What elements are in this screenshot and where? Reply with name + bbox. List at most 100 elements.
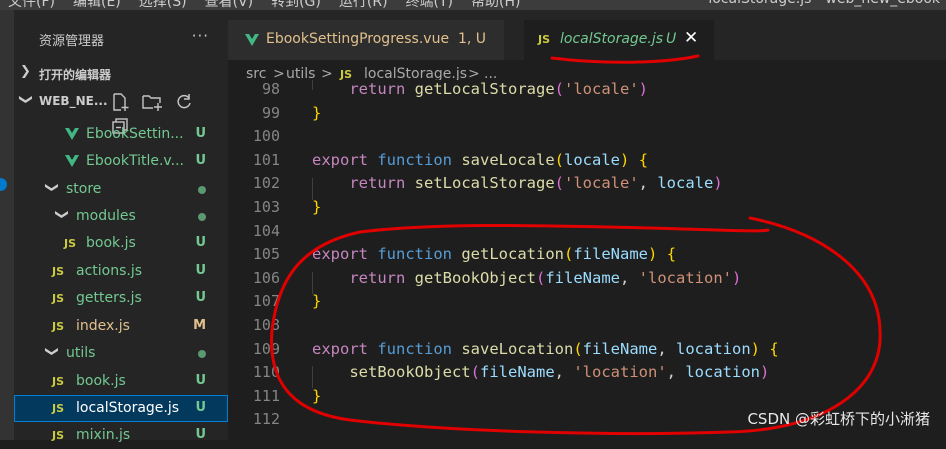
tree-item-modules-book[interactable]: JS book.js U [14,230,228,257]
tree-item-ebook-setting[interactable]: EbookSettin... U [14,121,228,148]
code-token: 'locale' [564,80,639,98]
code-token: getLocation [461,245,564,264]
git-untracked-badge: U [195,153,206,168]
more-actions-icon[interactable]: ··· [192,27,209,45]
code-line[interactable]: 98 return getLocalStorage('locale') [228,80,946,102]
tab-label: EbookSettingProgress.vue [266,31,450,47]
line-number: 103 [252,198,280,216]
new-folder-icon[interactable] [141,92,163,112]
line-number: 102 [252,174,280,193]
tree-item-label: EbookSettin... [86,126,184,142]
code-editor[interactable]: 98 return getLocalStorage('locale') 99} 10… [228,80,946,440]
tab-ebook-setting-progress[interactable]: EbookSettingProgress.vue 1, U [228,20,504,60]
git-changes-dot-icon [198,213,206,221]
code-text: export function saveLocale(locale) { [312,151,648,169]
tab-localstorage[interactable]: JS localStorage.js U ✕ [524,20,714,60]
line-number: 108 [252,316,280,334]
tree-item-mixin[interactable]: JS mixin.js U [14,422,228,449]
code-line[interactable]: 100 [228,125,946,149]
code-token: export [312,150,368,169]
tree-item-ebook-title[interactable]: EbookTitle.v... U [14,148,228,175]
chevron-down-icon: ❯ [53,209,69,220]
tree-item-utils-book[interactable]: JS book.js U [14,368,228,395]
code-token: ( [536,268,546,287]
menu-item[interactable]: 选择(S) [139,0,187,10]
code-token: , [620,268,639,287]
tree-folder-store[interactable]: ❯ store [14,176,228,203]
code-token: } [312,103,322,122]
code-token: } [312,292,322,311]
code-line[interactable]: 110 setBookObject(fileName, 'location', … [228,361,946,385]
code-token: { [666,245,677,264]
watermark: CSDN @彩虹桥下的小淅猪 [747,410,930,428]
menu-item[interactable]: 查看(V) [205,0,254,10]
code-line[interactable]: 109 export function saveLocation(fileName… [228,338,946,362]
workspace-section[interactable]: ❯ WEB_NE... [14,92,228,134]
code-line[interactable]: 106 return getBookObject(fileName, 'loca… [228,267,946,291]
menu-item[interactable]: 终端(T) [406,0,453,10]
git-untracked-badge: U [195,126,206,141]
workspace-label: WEB_NE... [39,94,108,108]
code-text: return getBookObject(fileName, 'location… [312,269,741,287]
notification-dot-icon[interactable] [0,178,7,191]
tree-item-label: mixin.js [76,427,131,443]
code-token: 'location' [573,363,667,382]
tree-item-actions[interactable]: JS actions.js U [14,258,228,285]
code-text: } [312,104,321,122]
code-line[interactable]: 105 export function getLocation(fileName)… [228,243,946,267]
code-token: return [349,174,406,193]
code-line[interactable]: 102 return setLocalStorage('locale', loc… [228,172,946,196]
window-title-part: localStorage.js [708,0,811,7]
vue-file-icon [65,128,79,140]
close-icon[interactable]: ✕ [684,28,698,48]
tree-item-getters[interactable]: JS getters.js U [14,285,228,312]
refresh-icon[interactable] [174,92,194,112]
code-line[interactable]: 107} [228,290,946,314]
js-file-icon: JS [52,292,65,305]
menu-item[interactable]: 帮助(H) [471,0,520,10]
chevron-down-icon: ❯ [17,94,33,105]
js-file-icon: JS [52,429,65,442]
chevron-right-icon: ❯ [20,64,31,79]
code-token: } [312,386,322,405]
tree-item-localstorage[interactable]: JS localStorage.js U [14,395,228,422]
code-token: } [312,198,322,216]
menu-item[interactable]: 运行(R) [339,0,388,10]
menu-item[interactable]: 文件(F) [8,0,55,10]
tree-folder-utils[interactable]: ❯ utils [14,340,228,367]
tree-folder-modules[interactable]: ❯ modules [14,203,228,230]
js-file-icon: JS [52,320,65,333]
tree-item-index[interactable]: JS index.js M [14,313,228,340]
code-token: , [666,363,686,382]
vue-file-icon [245,34,259,46]
code-token: , [638,174,658,193]
new-file-icon[interactable] [110,92,130,112]
code-line[interactable]: 108 [228,314,946,338]
tab-status: 1, U [458,31,487,47]
menu-item[interactable]: 转到(G) [271,0,321,10]
open-editors-section[interactable]: ❯ 打开的编辑器 [14,64,228,86]
code-line[interactable]: 101 export function saveLocale(locale) { [228,149,946,173]
tree-item-label: book.js [86,235,136,251]
line-number: 107 [252,292,280,311]
code-line[interactable]: 99} [228,102,946,126]
editor-tab-bar: EbookSettingProgress.vue 1, U JS localSt… [228,10,946,60]
code-token: saveLocale [461,150,555,169]
code-token: setLocalStorage [414,174,555,193]
code-token: setBookObject [349,363,471,382]
code-line[interactable]: 111} [228,385,946,409]
code-token: ) [648,245,658,264]
code-line[interactable]: 104 [228,220,946,244]
code-text: } [312,387,321,405]
code-token: function [377,150,452,169]
tree-item-label: store [66,181,102,197]
menu-item[interactable]: 编辑(E) [73,0,121,10]
code-line[interactable]: 103} [228,196,946,220]
code-token: fileName [545,268,620,287]
